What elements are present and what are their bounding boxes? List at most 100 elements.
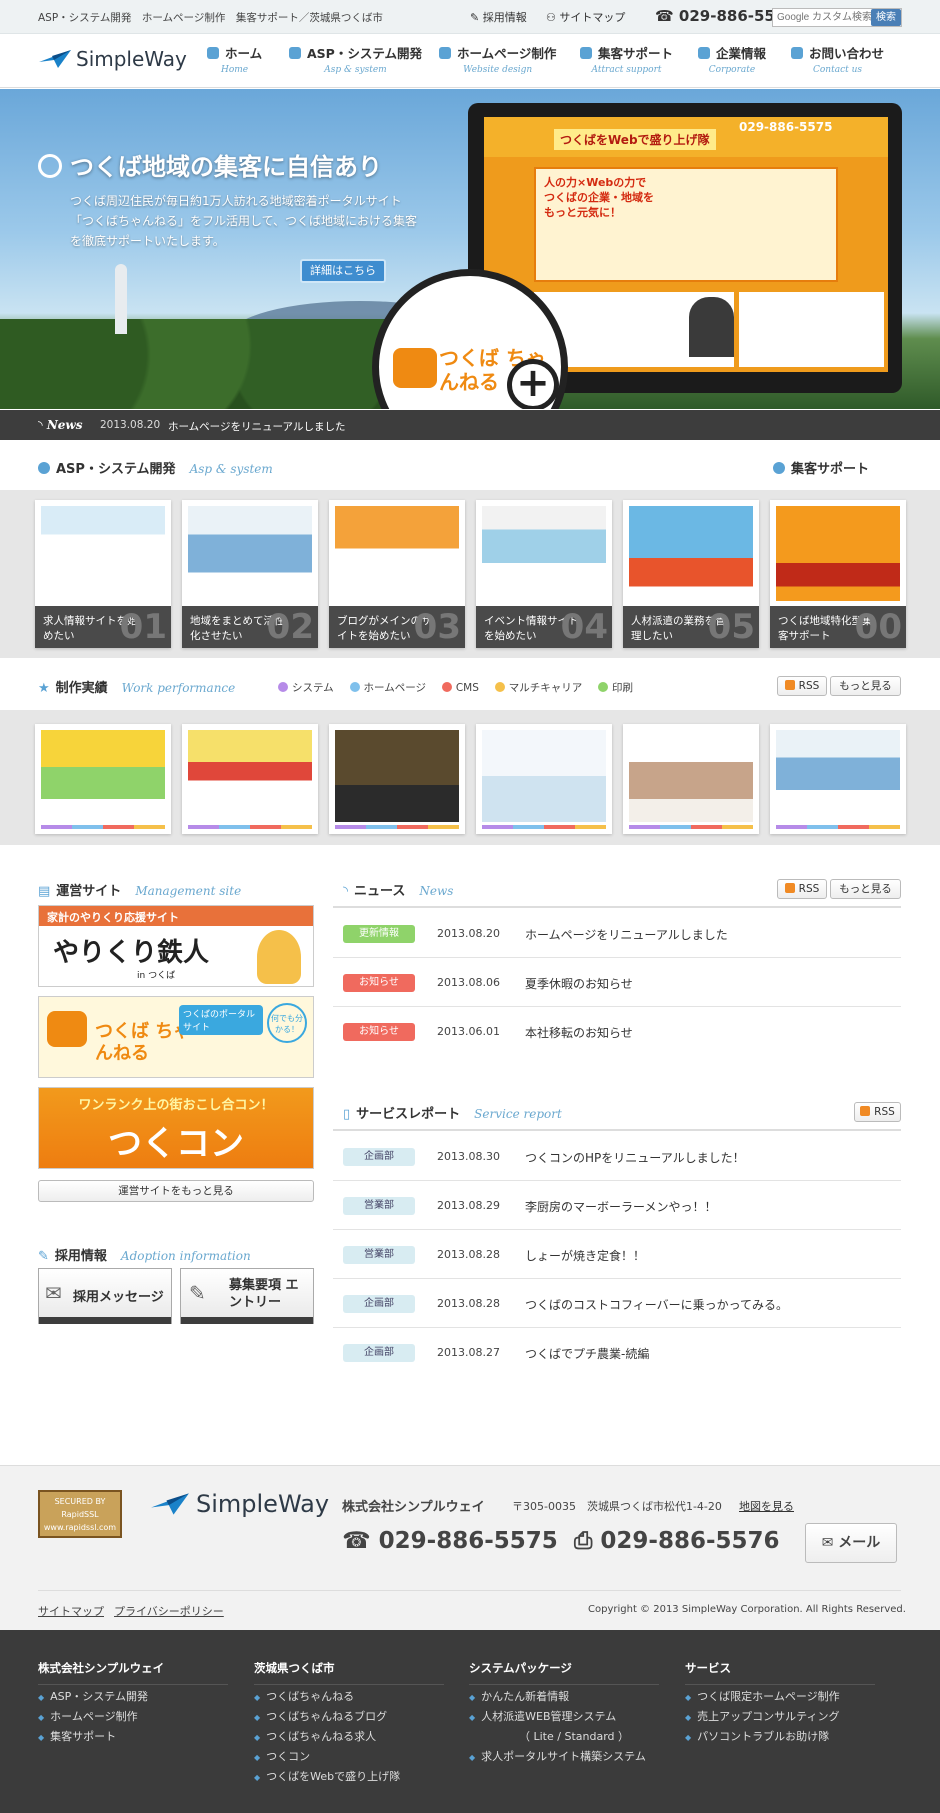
recruit-link[interactable]: ✎ 採用情報 — [470, 9, 527, 25]
footer-link[interactable]: つくば限定ホームページ制作 — [685, 1690, 885, 1705]
mail-button[interactable]: ✉ メール — [805, 1523, 897, 1563]
report-row[interactable]: 営業部 2013.08.28 しょーが焼き定食！！ — [333, 1230, 901, 1279]
tsukuba-channel-banner[interactable]: つくば ちゃんねる つくばのポータルサイト 何でも分かる！ — [38, 996, 314, 1078]
recruit-entry-button[interactable]: ✎ 募集要項 エントリー — [180, 1268, 314, 1324]
monitor-icon — [439, 47, 451, 59]
more-managed-sites-button[interactable]: 運営サイトをもっと見る — [38, 1180, 314, 1202]
card-thumbnail — [776, 506, 900, 601]
news-rss-button[interactable]: RSS — [777, 879, 827, 899]
work-thumbnail[interactable] — [35, 724, 171, 834]
footer-privacy-link[interactable]: プライバシーポリシー — [114, 1603, 224, 1619]
site-logo[interactable]: SimpleWay — [38, 47, 187, 71]
work-thumbnail[interactable] — [623, 724, 759, 834]
footer-link[interactable]: パソコントラブルお助け隊 — [685, 1730, 885, 1745]
rapidssl-seal[interactable]: SECURED BY RapidSSL www.rapidssl.com — [38, 1490, 122, 1538]
work-thumbnail[interactable] — [182, 724, 318, 834]
asp-card[interactable]: イベント情報サイトを始めたい 04 — [476, 500, 612, 648]
home-icon — [207, 47, 219, 59]
service-report-heading: ▯ サービスレポート Service report — [343, 1107, 562, 1122]
phone-icon: ☎ — [342, 1528, 379, 1554]
hero-detail-button[interactable]: 詳細はこちら — [300, 259, 386, 283]
work-thumbnail[interactable] — [476, 724, 612, 834]
asp-card[interactable]: ブログがメインのサイトを始めたい 03 — [329, 500, 465, 648]
footer-link[interactable]: ASP・システム開発 — [38, 1690, 238, 1705]
asp-card[interactable]: つくば地域特化型集客サポート 00 — [770, 500, 906, 648]
search-button[interactable]: 検索 — [871, 9, 901, 26]
report-dept-badge: 企画部 — [343, 1148, 415, 1166]
footer-link[interactable]: つくばをWebで盛り上げ隊 — [254, 1770, 454, 1785]
screen-bubble: 人の力×Webの力でつくばの企業・地域をもっと元気に！ — [544, 176, 654, 219]
nav-asp-system[interactable]: ASP・システム開発 Asp & system — [289, 43, 422, 75]
person-photo — [689, 297, 734, 357]
nav-attract-support[interactable]: 集客サポート Attract support — [580, 43, 673, 75]
smile-icon — [38, 154, 62, 178]
mascot-image — [257, 930, 301, 984]
footer-phone: ☎ 029-886-5575 — [342, 1528, 558, 1554]
building-icon — [698, 47, 710, 59]
yarikuri-banner[interactable]: 家計のやりくり応援サイト やりくり鉄人 in つくば — [38, 905, 314, 987]
news-row[interactable]: お知らせ 2013.08.06 夏季休暇のお知らせ — [333, 958, 901, 1007]
footer-fax: ⎙ 029-886-5576 — [574, 1528, 780, 1554]
footer-link[interactable]: つくばちゃんねる — [254, 1690, 454, 1705]
plus-icon: + — [507, 359, 559, 409]
footer-address: 〒305-0035 茨城県つくば市松代1-4-20 — [512, 1500, 722, 1513]
nav-contact[interactable]: お問い合わせ Contact us — [791, 43, 884, 75]
footer-company: 株式会社シンプルウェイ — [342, 1500, 485, 1515]
report-dept-badge: 企画部 — [343, 1295, 415, 1313]
report-dept-badge: 営業部 — [343, 1246, 415, 1264]
bird-logo-icon — [39, 50, 71, 68]
legend-item: システム — [278, 682, 334, 694]
news-category-badge: 更新情報 — [343, 925, 415, 943]
asp-card[interactable]: 地域をまとめて活性化させたい 02 — [182, 500, 318, 648]
footer-link[interactable]: 集客サポート — [38, 1730, 238, 1745]
news-more-button[interactable]: もっと見る — [830, 879, 901, 899]
footer-link[interactable]: かんたん新着情報 — [469, 1690, 669, 1705]
star-icon: ★ — [38, 681, 50, 696]
news-row[interactable]: 更新情報 2013.08.20 ホームページをリニューアルしました — [333, 909, 901, 958]
footer-link[interactable]: 求人ポータルサイト構築システム — [469, 1750, 669, 1765]
mail-icon — [791, 47, 803, 59]
works-legend: システム ホームページ CMS マルチキャリア 印刷 — [278, 680, 645, 695]
asp-card[interactable]: 求人情報サイトを始めたい 01 — [35, 500, 171, 648]
nav-home[interactable]: ホーム Home — [207, 43, 262, 75]
footer-column: システムパッケージ かんたん新着情報 人材派遣WEB管理システム （ Lite … — [469, 1660, 669, 1765]
rss-feed-icon: ◝ — [343, 884, 349, 899]
sitemap-link[interactable]: ⚇ サイトマップ — [546, 9, 625, 25]
report-dept-badge: 営業部 — [343, 1197, 415, 1215]
nav-website[interactable]: ホームページ制作 Website design — [439, 43, 556, 75]
card-thumbnail — [482, 506, 606, 601]
recruit-message-button[interactable]: ✉ 採用メッセージ — [38, 1268, 172, 1324]
report-rss-button[interactable]: RSS — [854, 1102, 901, 1122]
footer-sitemap-link[interactable]: サイトマップ — [38, 1603, 104, 1619]
footer-link[interactable]: 売上アップコンサルティング — [685, 1710, 885, 1725]
site-tagline: ASP・システム開発 ホームページ制作 集客サポート／茨城県つくば市 — [38, 12, 383, 24]
report-row[interactable]: 企画部 2013.08.30 つくコンのHPをリニューアルしました！ — [333, 1132, 901, 1181]
work-thumbnail[interactable] — [770, 724, 906, 834]
report-row[interactable]: 企画部 2013.08.28 つくばのコストコフィーバーに乗っかってみる。 — [333, 1279, 901, 1328]
news-ticker-link[interactable]: ホームページをリニューアルしました — [168, 419, 345, 434]
calendar-icon: ▤ — [38, 884, 51, 899]
news-row[interactable]: お知らせ 2013.06.01 本社移転のお知らせ — [333, 1007, 901, 1056]
footer-link[interactable]: つくばちゃんねるブログ — [254, 1710, 454, 1725]
footer-link[interactable]: 人材派遣WEB管理システム — [469, 1710, 669, 1725]
works-more-button[interactable]: もっと見る — [830, 676, 901, 696]
asp-card[interactable]: 人材派遣の業務を管理したい 05 — [623, 500, 759, 648]
tv-mascot-icon — [393, 348, 437, 388]
footer-link[interactable]: つくコン — [254, 1750, 454, 1765]
legend-item: マルチキャリア — [494, 682, 582, 694]
nav-corporate[interactable]: 企業情報 Corporate — [698, 43, 766, 75]
map-link[interactable]: 地図を見る — [739, 1498, 794, 1514]
works-rss-button[interactable]: RSS — [777, 676, 827, 696]
smile-icon — [773, 462, 785, 474]
copyright: Copyright © 2013 SimpleWay Corporation. … — [588, 1604, 906, 1615]
report-row[interactable]: 企画部 2013.08.27 つくばでプチ農業-続編 — [333, 1328, 901, 1377]
news-ticker-label: ◝ News — [38, 418, 83, 432]
footer-link[interactable]: ホームページ制作 — [38, 1710, 238, 1725]
gear-icon — [289, 47, 301, 59]
tsukukon-banner[interactable]: ワンランク上の街おこし合コン！ つくコン — [38, 1087, 314, 1169]
report-row[interactable]: 営業部 2013.08.29 李厨房のマーボーラーメンやっ！！ — [333, 1181, 901, 1230]
asp-section-heading: ASP・システム開発 Asp & system — [38, 458, 273, 477]
attract-support-link[interactable]: 集客サポート — [773, 458, 869, 477]
footer-link[interactable]: つくばちゃんねる求人 — [254, 1730, 454, 1745]
work-thumbnail[interactable] — [329, 724, 465, 834]
